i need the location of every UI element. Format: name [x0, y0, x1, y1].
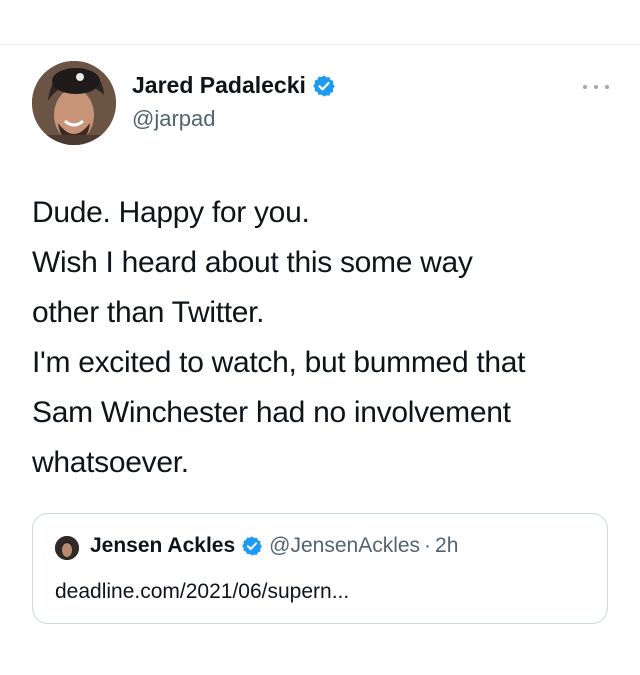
- tweet-text-line: Sam Winchester had no involvement: [32, 396, 511, 429]
- verified-badge-icon: [313, 75, 335, 96]
- verified-badge-icon: [242, 536, 263, 556]
- tweet-text-line: whatsoever.: [32, 446, 189, 479]
- author-avatar[interactable]: [32, 61, 116, 145]
- tweet-text-line: Wish I heard about this some way: [32, 246, 473, 279]
- dot: [605, 85, 609, 89]
- dot: [583, 85, 587, 89]
- author-name-text[interactable]: Jared Padalecki: [132, 72, 306, 99]
- dot: [594, 85, 598, 89]
- meta-separator: ·: [424, 534, 432, 557]
- top-divider: [0, 44, 640, 45]
- avatar-photo: [32, 61, 116, 145]
- quoted-tweet-text: deadline.com/2021/06/supern...: [55, 580, 350, 603]
- quoted-tweet-card[interactable]: Jensen Ackles @JensenAckles · 2h deadlin…: [32, 513, 608, 624]
- quoted-author-name: Jensen Ackles: [90, 534, 236, 557]
- tweet-text: Dude. Happy for you. Wish I heard about …: [32, 188, 622, 488]
- quoted-avatar-photo: [55, 536, 79, 560]
- quoted-tweet-time: 2h: [435, 534, 459, 557]
- author-name[interactable]: Jared Padalecki: [132, 72, 336, 99]
- quoted-tweet-header: Jensen Ackles @JensenAckles · 2h: [90, 534, 458, 558]
- tweet-text-line: Dude. Happy for you.: [32, 196, 310, 229]
- author-handle[interactable]: @jarpad: [132, 106, 216, 132]
- quoted-author-handle: @JensenAckles: [269, 534, 421, 557]
- quoted-author-avatar: [55, 536, 79, 560]
- tweet-text-line: I'm excited to watch, but bummed that: [32, 346, 526, 379]
- ellipsis-icon[interactable]: [583, 80, 609, 94]
- tweet-text-line: other than Twitter.: [32, 296, 265, 329]
